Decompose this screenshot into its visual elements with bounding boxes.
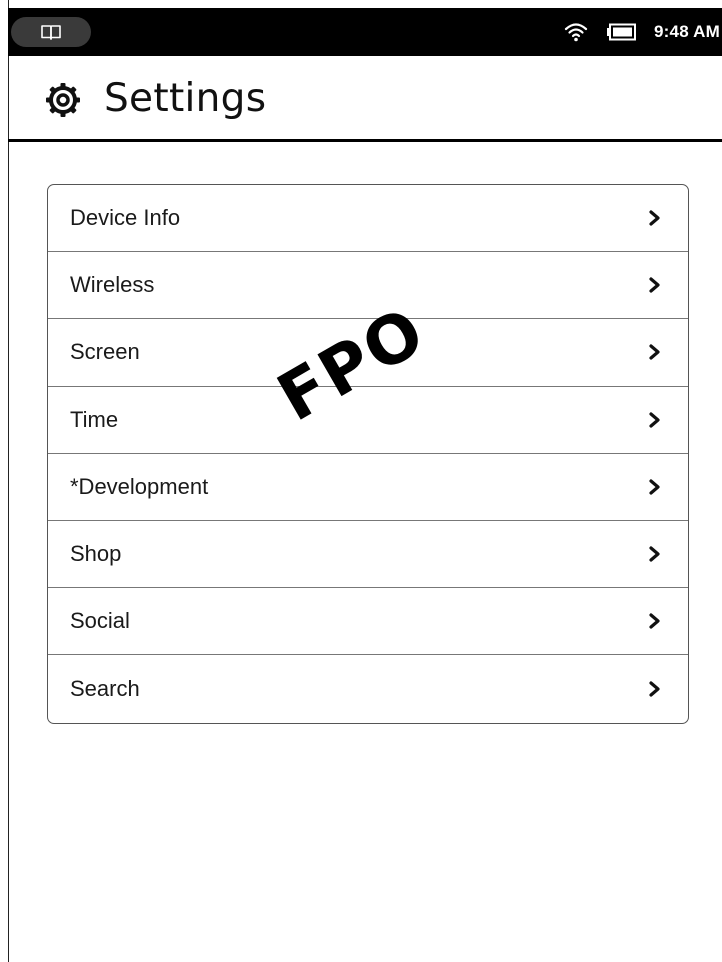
menu-item-development[interactable]: *Development — [48, 454, 688, 521]
menu-item-time[interactable]: Time — [48, 387, 688, 454]
chevron-right-icon — [649, 546, 660, 562]
menu-item-wireless[interactable]: Wireless — [48, 252, 688, 320]
status-bar: 9:48 AM — [8, 8, 722, 56]
wifi-icon — [564, 23, 588, 42]
open-book-icon — [41, 25, 61, 40]
chevron-right-icon — [649, 681, 660, 697]
chevron-right-icon — [649, 277, 660, 293]
chevron-right-icon — [649, 210, 660, 226]
chevron-right-icon — [649, 479, 660, 495]
page-title: Settings — [104, 76, 267, 121]
gear-icon — [46, 83, 80, 117]
status-indicators: 9:48 AM — [564, 8, 720, 56]
menu-item-search[interactable]: Search — [48, 655, 688, 722]
page-header: Settings — [8, 56, 722, 142]
menu-item-screen[interactable]: Screen — [48, 319, 688, 387]
chevron-right-icon — [649, 344, 660, 361]
chevron-right-icon — [649, 613, 660, 629]
menu-item-label: Wireless — [70, 272, 155, 298]
library-button[interactable] — [11, 17, 91, 47]
menu-item-label: Shop — [70, 541, 122, 567]
chevron-right-icon — [649, 412, 660, 428]
menu-item-label: Social — [70, 608, 130, 634]
menu-item-label: Screen — [70, 339, 140, 365]
menu-item-label: *Development — [70, 473, 209, 499]
menu-item-label: Search — [70, 675, 140, 701]
battery-icon — [607, 23, 637, 41]
status-time: 9:48 AM — [654, 22, 720, 41]
menu-item-shop[interactable]: Shop — [48, 521, 688, 589]
menu-item-device-info[interactable]: Device Info — [48, 185, 688, 253]
menu-item-social[interactable]: Social — [48, 588, 688, 656]
menu-item-label: Device Info — [70, 205, 181, 231]
settings-menu: Device Info Wireless Screen Time *Develo… — [47, 184, 689, 724]
menu-item-label: Time — [70, 406, 119, 432]
